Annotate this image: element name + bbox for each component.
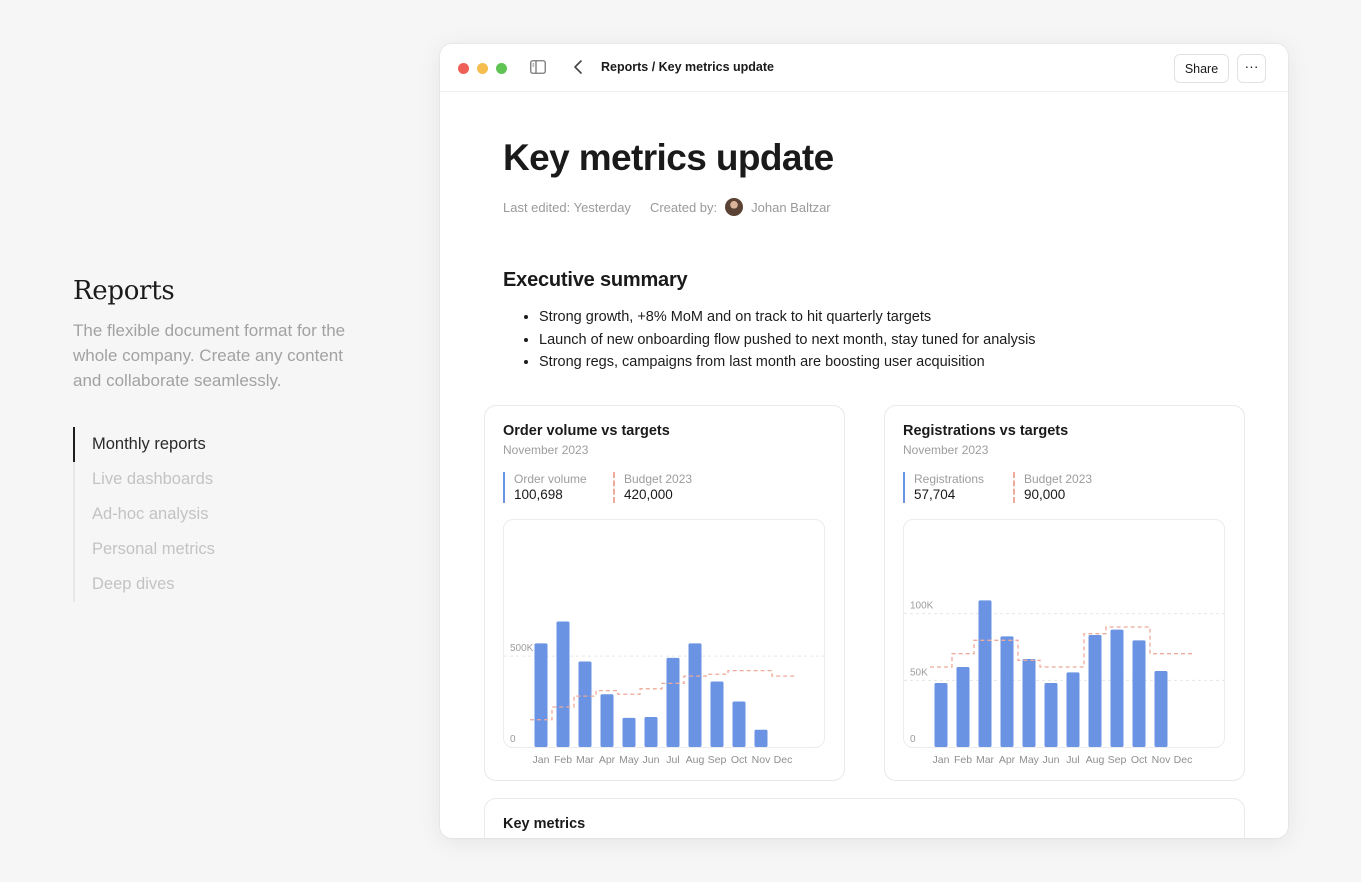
nav-item-deep-dives[interactable]: Deep dives (75, 567, 373, 602)
avatar (725, 198, 744, 216)
x-tick-label: Apr (999, 754, 1016, 766)
nav-item-personal-metrics[interactable]: Personal metrics (75, 532, 373, 567)
bar (1154, 671, 1168, 747)
x-tick-label: May (1019, 754, 1040, 766)
chart-card-registrations: Registrations vs targets November 2023 R… (884, 405, 1245, 781)
bar (1110, 629, 1124, 747)
maximize-window-button[interactable] (496, 63, 507, 74)
document-title: Key metrics update (503, 137, 834, 178)
feature-title: Reports (73, 276, 175, 306)
y-tick-label: 500K (510, 643, 534, 654)
nav-item-live-dashboards[interactable]: Live dashboards (75, 462, 373, 497)
bar (1022, 659, 1036, 747)
x-tick-label: Dec (1174, 754, 1193, 766)
x-tick-label: Jul (666, 754, 679, 766)
key-metrics-card: Key metrics (484, 798, 1245, 838)
bar (1044, 683, 1058, 747)
y-tick-label: 0 (510, 734, 516, 745)
bar (666, 657, 680, 747)
feature-description: The flexible document format for the who… (73, 321, 346, 390)
bar (688, 643, 702, 747)
created-by-label: Created by: (649, 199, 718, 215)
x-tick-label: Nov (752, 754, 771, 766)
bar-chart: 0 500K Jan Feb Mar Apr May Jun Jul Aug Sep Oct Nov De… (504, 621, 824, 766)
bar (1088, 635, 1102, 747)
author-name[interactable]: Johan Baltzar (751, 200, 831, 215)
summary-list: Strong growth, +8% MoM and on track to h… (539, 306, 1036, 374)
list-item: Strong growth, +8% MoM and on track to h… (539, 306, 1036, 329)
bar (556, 621, 570, 747)
x-tick-label: Jan (533, 754, 550, 766)
section-title: Executive summary (503, 269, 688, 291)
x-tick-label: Feb (554, 754, 572, 766)
x-tick-label: Jun (643, 754, 660, 766)
breadcrumb[interactable]: Reports / Key metrics update (601, 60, 774, 74)
x-tick-label: Jan (933, 754, 950, 766)
x-tick-label: Jun (1043, 754, 1060, 766)
bar (578, 661, 592, 747)
feature-nav: Monthly reports Live dashboards Ad-hoc a… (73, 427, 373, 602)
x-tick-label: Nov (1152, 754, 1171, 766)
bar (1066, 672, 1080, 747)
target-line (530, 669, 794, 721)
bar-chart: 0 50K 100K Jan Feb Mar Apr May Jun Jul Aug Sep Oct No… (904, 600, 1224, 766)
x-tick-label: Apr (599, 754, 616, 766)
feature-panel: Reports The flexible document format for… (73, 276, 373, 602)
x-tick-label: Mar (576, 754, 595, 766)
x-tick-label: Feb (954, 754, 972, 766)
bar (732, 701, 746, 747)
sidebar-toggle-icon[interactable] (530, 60, 546, 74)
nav-item-ad-hoc-analysis[interactable]: Ad-hoc analysis (75, 497, 373, 532)
bar (644, 717, 658, 747)
share-button[interactable]: Share (1174, 54, 1229, 83)
x-tick-label: Dec (774, 754, 793, 766)
nav-item-monthly-reports[interactable]: Monthly reports (73, 427, 373, 462)
y-tick-label: 50K (910, 667, 928, 678)
bar (978, 600, 992, 747)
x-tick-label: Mar (976, 754, 995, 766)
bar (1000, 636, 1014, 747)
bar (710, 681, 724, 747)
x-tick-label: Oct (731, 754, 747, 766)
y-tick-label: 0 (910, 734, 916, 745)
title-bar: Reports / Key metrics update Share ··· (440, 44, 1288, 92)
last-edited: Last edited: Yesterday (503, 199, 631, 215)
x-tick-label: Aug (1086, 754, 1105, 766)
x-tick-label: Aug (686, 754, 705, 766)
list-item: Launch of new onboarding flow pushed to … (539, 329, 1036, 352)
document-meta: Last edited: Yesterday Created by: Johan… (503, 198, 831, 216)
bar (956, 667, 970, 747)
chevron-left-icon[interactable] (572, 59, 586, 75)
minimize-window-button[interactable] (477, 63, 488, 74)
x-tick-label: Oct (1131, 754, 1147, 766)
key-metrics-title: Key metrics (503, 816, 586, 832)
x-tick-label: Jul (1066, 754, 1079, 766)
x-tick-label: Sep (1108, 754, 1127, 766)
app-window: Reports / Key metrics update Share ··· K… (440, 44, 1288, 838)
chart-card-order-volume: Order volume vs targets November 2023 Or… (484, 405, 845, 781)
close-window-button[interactable] (458, 63, 469, 74)
bar (622, 717, 636, 747)
bar (534, 643, 548, 747)
bar (754, 729, 768, 747)
bar (1132, 640, 1146, 747)
list-item: Strong regs, campaigns from last month a… (539, 351, 1036, 374)
bar (600, 694, 614, 747)
x-tick-label: May (619, 754, 640, 766)
target-line (930, 626, 1194, 668)
x-tick-label: Sep (708, 754, 727, 766)
y-tick-label: 100K (910, 601, 934, 612)
more-options-button[interactable]: ··· (1237, 54, 1266, 83)
bar (934, 683, 948, 747)
